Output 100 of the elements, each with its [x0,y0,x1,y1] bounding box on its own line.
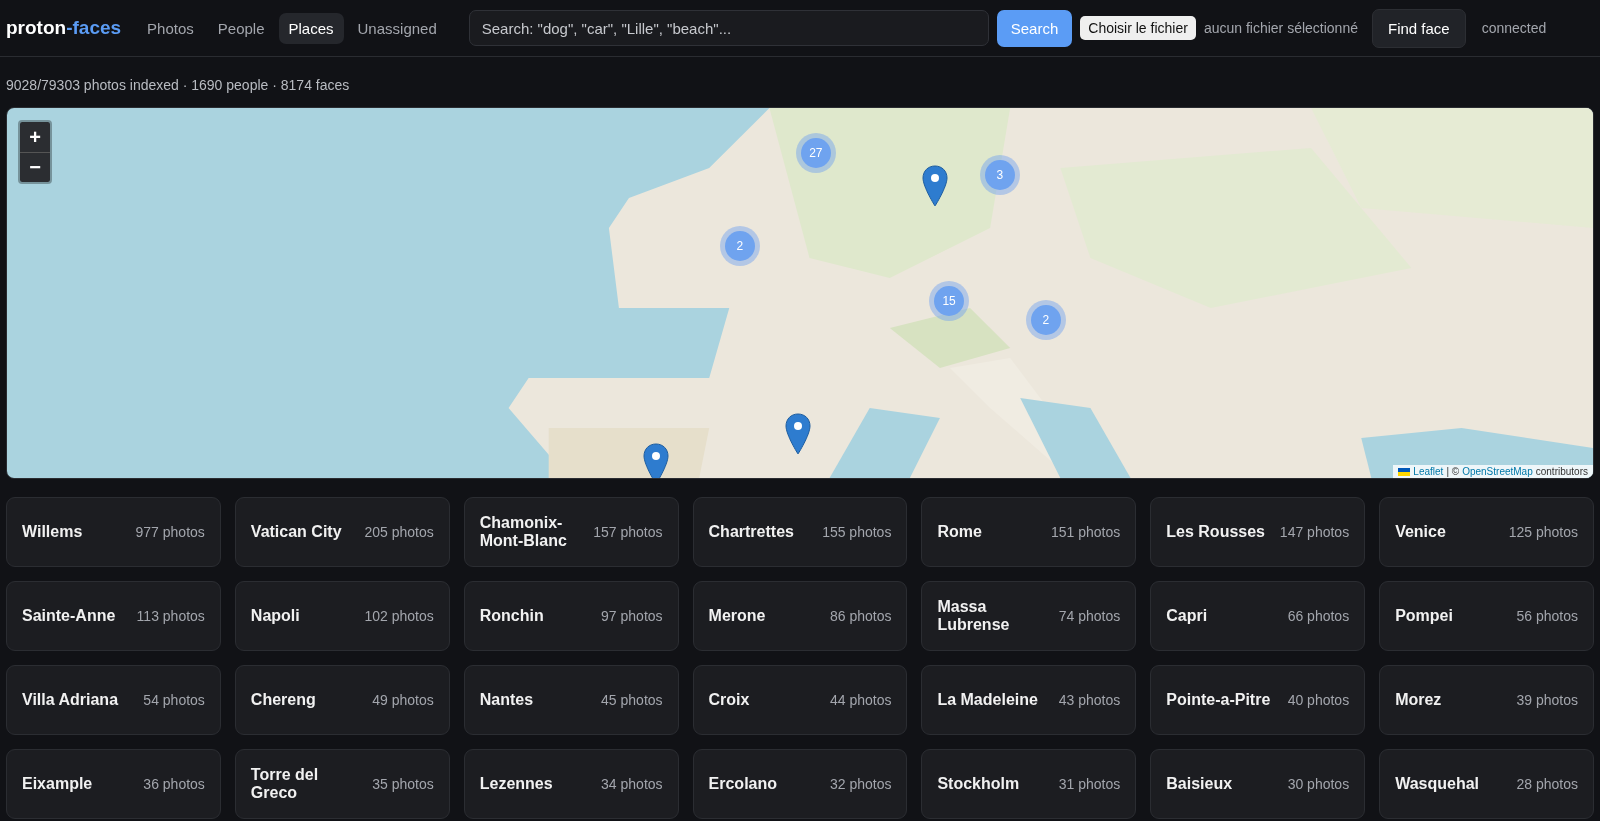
place-card[interactable]: Vatican City 205 photos [234,497,450,567]
place-card[interactable]: Nantes 45 photos [463,665,679,735]
place-card[interactable]: Wasquehal 28 photos [1379,749,1594,819]
photo-count: 102 photos [364,608,434,624]
place-card[interactable]: Rome 151 photos [921,497,1137,567]
attribution-separator: | © [1446,466,1460,477]
place-card[interactable]: Napoli 102 photos [234,581,450,651]
place-card[interactable]: Willems 977 photos [6,497,221,567]
place-card[interactable]: Ronchin 97 photos [463,581,679,651]
place-name: Sainte-Anne [22,607,116,625]
search-field[interactable]: Search: "dog", "car", "Lille", "beach"... [468,10,989,46]
place-name: Torre del Greco [250,766,320,802]
place-name: Massa Lubrense [937,598,1011,634]
place-card[interactable]: Capri 66 photos [1150,581,1366,651]
photo-count: 155 photos [822,524,892,540]
place-name: Chereng [250,691,316,709]
file-status: aucun fichier sélectionné [1203,20,1358,36]
place-name: Vatican City [250,523,342,541]
pin-icon[interactable] [921,165,948,208]
photo-count: 31 photos [1058,776,1121,792]
photo-count: 28 photos [1516,776,1578,792]
place-card[interactable]: Pompei 56 photos [1379,581,1594,651]
place-card[interactable]: Stockholm 31 photos [921,749,1137,819]
photo-count: 54 photos [143,692,205,708]
photo-count: 97 photos [601,608,663,624]
place-name: Baisieux [1166,775,1233,793]
photo-count: 977 photos [135,524,205,540]
place-name: Merone [708,607,766,625]
photo-count: 36 photos [143,776,205,792]
place-name: Les Rousses [1166,523,1265,541]
connection-status: connected [1481,20,1547,36]
place-name: Ronchin [479,607,544,625]
place-card[interactable]: Ercolano 32 photos [692,749,908,819]
photo-count: 49 photos [372,692,434,708]
place-card[interactable]: Merone 86 photos [692,581,908,651]
place-name: Stockholm [937,775,1020,793]
nav-tab[interactable]: Unassigned [347,12,447,44]
place-card[interactable]: Les Rousses 147 photos [1150,497,1366,567]
photo-count: 157 photos [593,524,663,540]
pin-icon[interactable] [785,413,812,456]
place-name: Chartrettes [708,523,794,541]
place-name: Pointe-a-Pitre [1166,691,1271,709]
place-name: Eixample [22,775,93,793]
photo-count: 44 photos [829,692,892,708]
place-name: Pompei [1395,607,1453,625]
flag-icon [1398,467,1411,476]
nav-tab[interactable]: Photos [137,12,204,44]
photo-count: 56 photos [1516,608,1578,624]
place-name: Willems [22,523,83,541]
zoom-out-button[interactable]: − [20,152,50,182]
place-card[interactable]: Pointe-a-Pitre 40 photos [1150,665,1366,735]
photo-count: 34 photos [601,776,663,792]
photo-count: 39 photos [1516,692,1578,708]
photo-count: 205 photos [364,524,434,540]
place-name: Lezennes [479,775,553,793]
photo-count: 30 photos [1287,776,1350,792]
pin-icon[interactable] [642,442,669,478]
place-card[interactable]: Venice 125 photos [1379,497,1594,567]
stats-text: 9028/79303 photos indexed · 1690 people · 8174 faces [5,76,351,95]
place-name: Venice [1395,523,1446,541]
place-card[interactable]: Baisieux 30 photos [1150,749,1366,819]
place-card[interactable]: Villa Adriana 54 photos [6,665,221,735]
attribution-text: contributors [1535,466,1588,477]
place-card[interactable]: Sainte-Anne 113 photos [6,581,221,651]
photo-count: 40 photos [1287,692,1350,708]
leaflet-link[interactable]: Leaflet [1413,466,1444,477]
place-card[interactable]: Morez 39 photos [1379,665,1594,735]
place-card[interactable]: La Madeleine 43 photos [921,665,1137,735]
place-name: La Madeleine [937,691,1038,709]
place-card[interactable]: Eixample 36 photos [6,749,221,819]
place-name: Capri [1166,607,1208,625]
photo-count: 74 photos [1058,608,1121,624]
place-name: Villa Adriana [22,691,119,709]
nav-tab[interactable]: Places [278,12,344,44]
place-card[interactable]: Chartrettes 155 photos [692,497,908,567]
place-name: Ercolano [708,775,778,793]
place-card[interactable]: Torre del Greco 35 photos [234,749,450,819]
photo-count: 86 photos [829,608,892,624]
find-face-button[interactable]: Find face [1372,8,1466,48]
openstreetmap-link[interactable]: OpenStreetMap [1462,466,1533,477]
place-card[interactable]: Lezennes 34 photos [463,749,679,819]
file-button[interactable]: Choisir le fichier [1080,16,1196,40]
photo-count: 125 photos [1508,524,1578,540]
photo-count: 147 photos [1279,524,1350,540]
place-card[interactable]: Chamonix-Mont-Blanc 157 photos [463,497,679,567]
photo-count: 43 photos [1058,692,1121,708]
photo-count: 45 photos [601,692,663,708]
app-logo: proton-faces [6,17,122,39]
photo-count: 66 photos [1287,608,1350,624]
place-card[interactable]: Croix 44 photos [692,665,908,735]
nav-tab[interactable]: People [207,12,275,44]
photo-count: 35 photos [372,776,434,792]
place-card[interactable]: Chereng 49 photos [234,665,450,735]
place-card[interactable]: Massa Lubrense 74 photos [921,581,1137,651]
photo-count: 32 photos [829,776,892,792]
place-name: Morez [1395,691,1442,709]
place-name: Napoli [250,607,300,625]
photo-count: 151 photos [1051,524,1121,540]
zoom-in-button[interactable]: + [20,122,50,152]
place-name: Rome [937,523,982,541]
